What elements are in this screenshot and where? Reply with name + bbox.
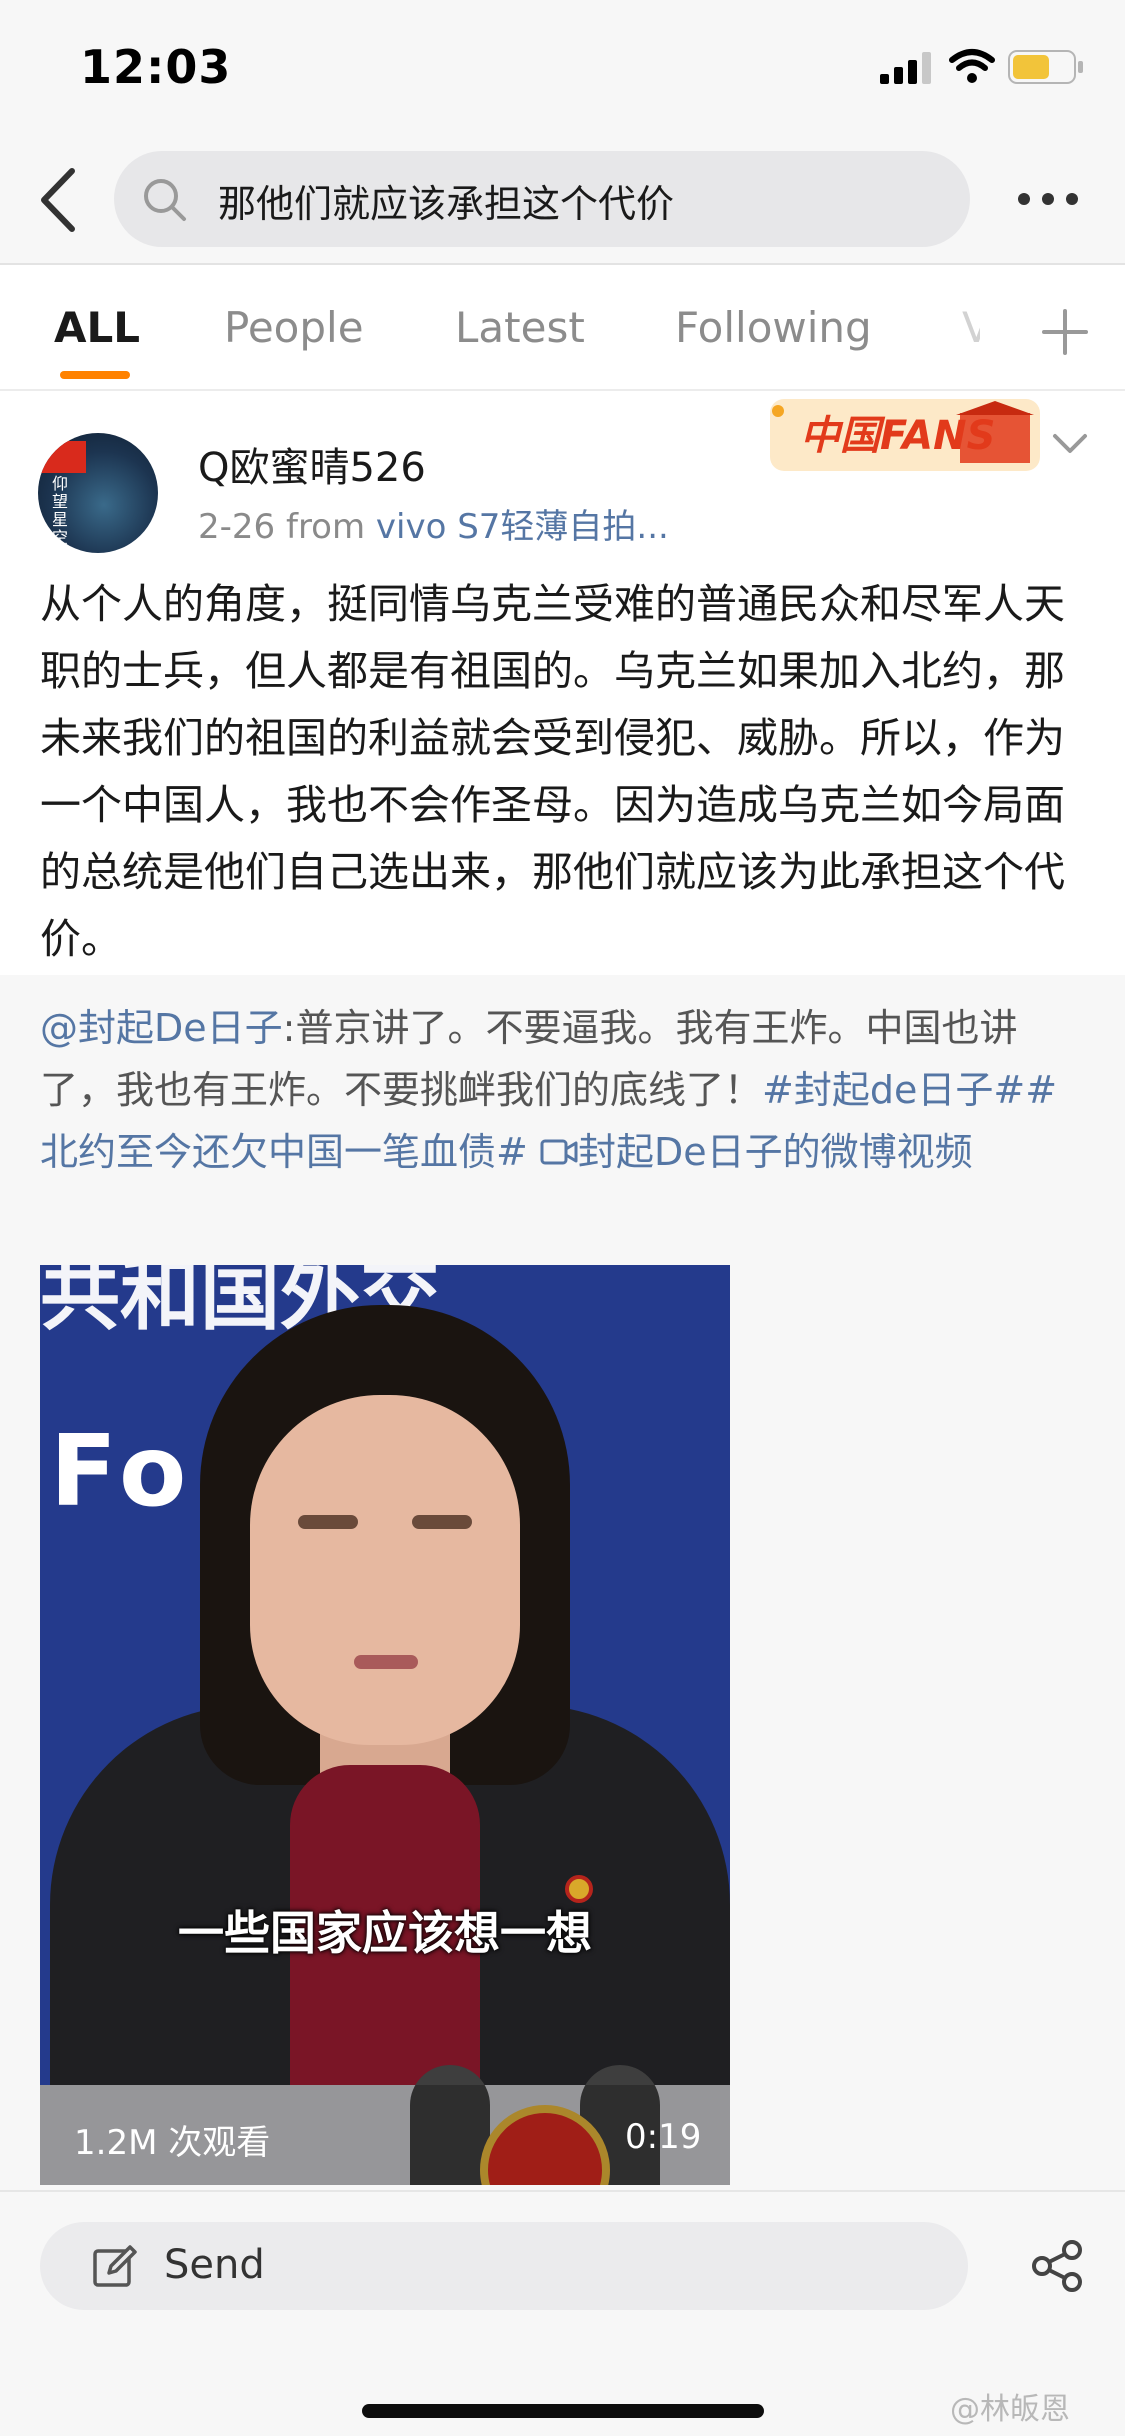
username[interactable]: Q欧蜜晴526 <box>198 435 426 493</box>
post-source[interactable]: vivo S7轻薄自拍... <box>376 507 669 547</box>
from-label: from <box>285 507 366 547</box>
repost-text: @封起De日子:普京讲了。不要逼我。我有王炸。中国也讲了，我也有王炸。不要挑衅我… <box>40 997 1090 1183</box>
avatar[interactable]: 仰望星空 <box>38 433 158 553</box>
mention-link[interactable]: @封起De日子 <box>40 1006 283 1050</box>
search-query: 那他们就应该承担这个代价 <box>218 182 675 226</box>
wifi-icon <box>949 49 995 83</box>
search-icon <box>144 179 186 221</box>
video-figure <box>412 1515 472 1529</box>
status-bar: 12:03 <box>0 0 1125 135</box>
video-figure <box>250 1395 520 1745</box>
tab-bar: ALL People Latest Following V <box>0 267 1125 391</box>
video-duration: 0:19 <box>625 2117 702 2157</box>
video-figure <box>354 1655 418 1669</box>
tab-people[interactable]: People <box>224 303 364 352</box>
chevron-down-icon[interactable] <box>1052 433 1088 455</box>
video-subtitle: 一些国家应该想一想 <box>178 1906 592 1960</box>
post-card: 仰望星空 Q欧蜜晴526 2-26 from vivo S7轻薄自拍... 中国… <box>0 393 1125 973</box>
comment-input[interactable]: Send <box>40 2222 968 2310</box>
repost-card[interactable]: @封起De日子:普京讲了。不要逼我。我有王炸。中国也讲了，我也有王炸。不要挑衅我… <box>0 975 1125 2190</box>
send-label: Send <box>164 2242 265 2288</box>
search-header: 那他们就应该承担这个代价 <box>0 135 1125 265</box>
cellular-signal-icon <box>880 52 931 84</box>
edit-icon <box>93 2245 137 2287</box>
video-figure <box>298 1515 358 1529</box>
tab-latest[interactable]: Latest <box>455 303 585 352</box>
share-icon[interactable] <box>1030 2238 1086 2294</box>
post-meta: 2-26 from vivo S7轻薄自拍... <box>198 499 669 548</box>
tab-following[interactable]: Following <box>675 303 872 352</box>
battery-icon <box>1008 50 1083 84</box>
add-tab-icon[interactable] <box>1040 307 1090 357</box>
fans-badge-text: 中国FANS <box>800 413 996 459</box>
video-player[interactable]: 共和国外交 Fo Af 一些国家应该想一想 1.2M 次观看 0:19 <box>40 1265 730 2185</box>
flag-icon <box>38 441 86 473</box>
active-tab-indicator <box>60 371 130 379</box>
video-icon <box>540 1139 578 1165</box>
watermark: @林皈恩 <box>950 2392 1070 2427</box>
status-time: 12:03 <box>80 40 232 94</box>
avatar-caption: 仰望星空 <box>52 474 69 547</box>
bottom-bar: Send @林皈恩 <box>0 2190 1125 2436</box>
back-arrow-icon[interactable] <box>36 165 80 235</box>
fans-badge: 中国FANS <box>760 393 1050 477</box>
tab-all[interactable]: ALL <box>54 303 140 352</box>
post-body: 从个人的角度，挺同情乌克兰受难的普通民众和尽军人天职的士兵，但人都是有祖国的。乌… <box>40 580 1065 963</box>
home-indicator[interactable] <box>362 2404 764 2418</box>
hashtag-link[interactable]: #封起de日子# <box>762 1068 1025 1112</box>
more-options-icon[interactable] <box>1016 185 1080 213</box>
search-input[interactable]: 那他们就应该承担这个代价 <box>114 151 970 247</box>
view-count: 1.2M 次观看 <box>74 2123 271 2163</box>
video-link[interactable]: 封起De日子的微博视频 <box>540 1130 973 1174</box>
tab-overflow[interactable]: V <box>962 303 980 352</box>
post-date: 2-26 <box>198 507 276 547</box>
